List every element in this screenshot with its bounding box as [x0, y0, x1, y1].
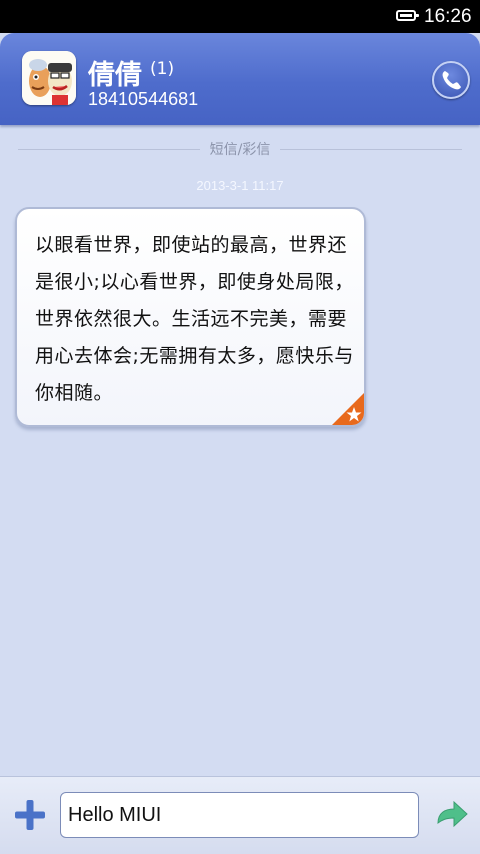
- message-timestamp: 2013-3-1 11:17: [196, 178, 284, 193]
- status-clock: 16:26: [424, 6, 472, 27]
- contact-name: 倩倩: [88, 60, 142, 91]
- battery-icon: [396, 10, 419, 21]
- cartoon-avatar-icon[interactable]: [22, 51, 76, 105]
- status-bar: 16:26: [0, 0, 480, 33]
- send-arrow-icon[interactable]: [434, 797, 470, 833]
- conversation-header: 倩倩 (1) 18410544681: [0, 33, 480, 125]
- plus-icon[interactable]: [12, 797, 48, 833]
- star-icon: [332, 393, 364, 425]
- composer-bar: Hello MIUI: [0, 776, 480, 854]
- message-input[interactable]: Hello MIUI: [60, 792, 419, 838]
- call-button[interactable]: [432, 61, 470, 99]
- received-message-bubble[interactable]: 以眼看世界，即使站的最高，世界还是很小;以心看世界，即使身处局限，世界依然很大。…: [15, 207, 366, 427]
- message-text: 以眼看世界，即使站的最高，世界还是很小;以心看世界，即使身处局限，世界依然很大。…: [35, 234, 354, 404]
- unread-count: (1): [150, 59, 175, 79]
- phone-number: 18410544681: [88, 89, 199, 109]
- message-type-label: 短信/彩信: [200, 139, 280, 159]
- phone-icon: [442, 71, 461, 90]
